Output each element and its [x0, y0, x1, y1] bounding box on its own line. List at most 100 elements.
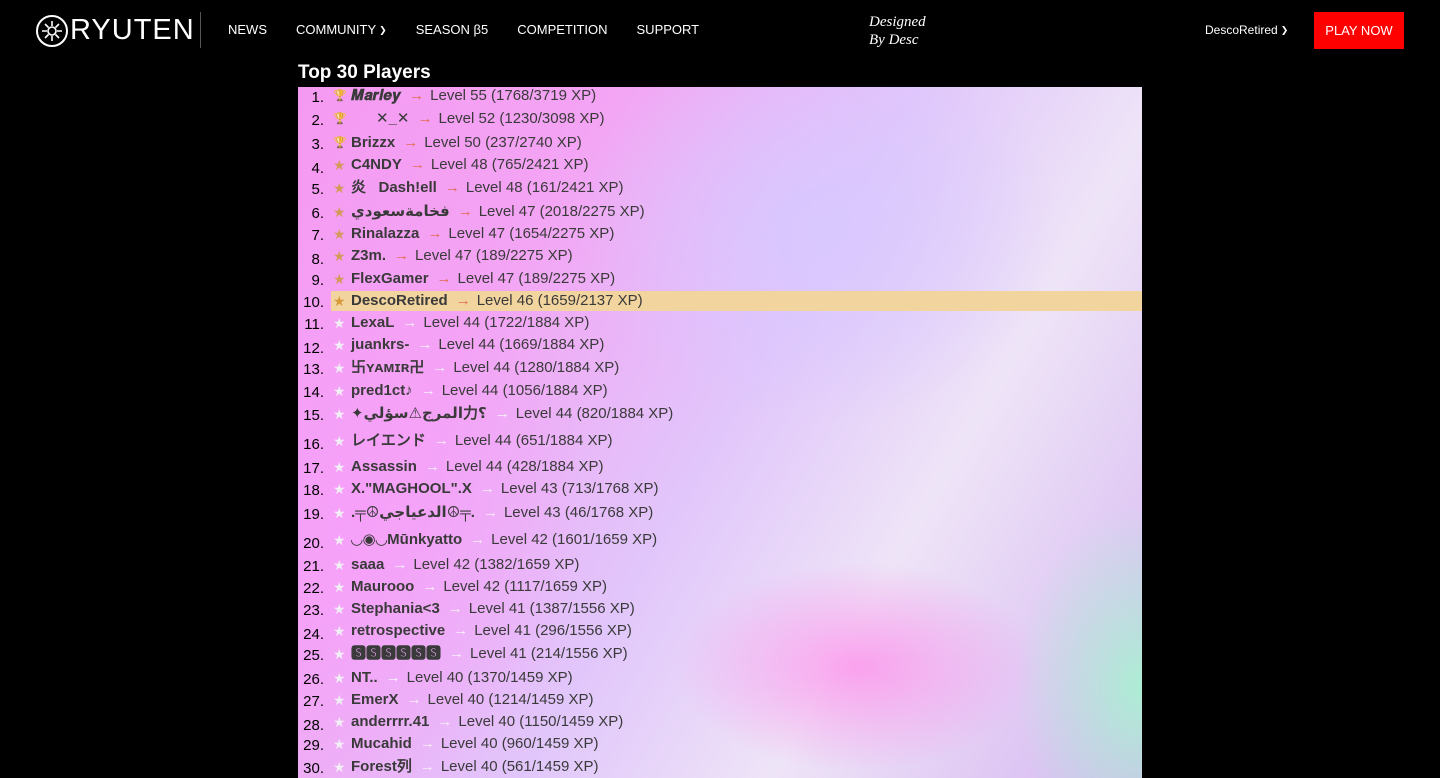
logo[interactable]: RYUTEN	[36, 14, 195, 47]
player-name[interactable]: NT.. → Level 40 (1370/1459 XP)	[351, 668, 573, 688]
player-level: Level 41 (1387/1556 XP)	[468, 600, 635, 617]
player-name[interactable]: فخامةسعودي → Level 47 (2018/2275 XP)	[351, 202, 645, 222]
player-name[interactable]: pred1ct♪ → Level 44 (1056/1884 XP)	[351, 381, 608, 401]
nav-link-support[interactable]: SUPPORT	[637, 22, 700, 37]
leaderboard-row[interactable]: 15. ★ ✦المرج⚠سؤلي力؟ → Level 44 (820/1884 XP)	[298, 404, 1142, 424]
player-name[interactable]: juankrs- → Level 44 (1669/1884 XP)	[351, 335, 604, 355]
leaderboard-row[interactable]: 6. ★ فخامةسعودي → Level 47 (2018/2275 XP)	[298, 202, 1142, 222]
player-name[interactable]: ◡◉◡Mūnkyatto → Level 42 (1601/1659 XP)	[351, 530, 657, 550]
player-name[interactable]: 𝑴𝒂𝒓𝒍𝒆𝒚 → Level 55 (1768/3719 XP)	[351, 87, 596, 106]
player-name[interactable]: saaa → Level 42 (1382/1659 XP)	[351, 555, 579, 575]
star-icon: ★	[333, 736, 346, 752]
leaderboard-row[interactable]: 5. ★ 炎 Dash!ell → Level 48 (161/2421 XP)	[298, 178, 1142, 198]
leaderboard-row[interactable]: 22. ★ Maurooo → Level 42 (1117/1659 XP)	[298, 577, 1142, 597]
nav-link-news[interactable]: NEWS	[228, 22, 267, 37]
player-name[interactable]: anderrrr.41 → Level 40 (1150/1459 XP)	[351, 712, 623, 732]
star-icon: ★	[333, 459, 346, 475]
player-name[interactable]: Assassin → Level 44 (428/1884 XP)	[351, 457, 604, 477]
player-name-text: anderrrr.41	[351, 713, 430, 730]
leaderboard-row[interactable]: 3. 🏆 Brizzx → Level 50 (237/2740 XP)	[298, 133, 1142, 153]
player-name[interactable]: FlexGamer → Level 47 (189/2275 XP)	[351, 269, 615, 289]
leaderboard-row[interactable]: 30. ★ Forest列 → Level 40 (561/1459 XP)	[298, 757, 1142, 777]
rank-number: 25.	[303, 647, 324, 664]
trophy-silver-icon: 🏆	[333, 113, 347, 125]
designed-line-2: By Desc	[869, 32, 919, 48]
leaderboard-row[interactable]: 13. ★ 卐ʏᴀᴍɪʀ卍 → Level 44 (1280/1884 XP)	[298, 358, 1142, 378]
leaderboard-row[interactable]: 7. ★ Rinalazza → Level 47 (1654/2275 XP)	[298, 224, 1142, 244]
leaderboard-row[interactable]: 4. ★ C4NDY → Level 48 (765/2421 XP)	[298, 155, 1142, 177]
leaderboard-row[interactable]: 27. ★ EmerX → Level 40 (1214/1459 XP)	[298, 690, 1142, 710]
player-name[interactable]: ✕_✕ → Level 52 (1230/3098 XP)	[351, 109, 604, 129]
player-name[interactable]: EmerX → Level 40 (1214/1459 XP)	[351, 690, 593, 710]
star-icon: ★	[333, 579, 346, 595]
player-level: Level 48 (161/2421 XP)	[465, 179, 624, 196]
leaderboard-row[interactable]: 10. ★ DescoRetired → Level 46 (1659/2137 XP)	[303, 291, 1142, 311]
arrow-right-icon: →	[394, 247, 410, 264]
leaderboard-row[interactable]: 21. ★ saaa → Level 42 (1382/1659 XP)	[298, 555, 1142, 575]
arrow-right-icon: →	[494, 405, 510, 422]
player-name[interactable]: Rinalazza → Level 47 (1654/2275 XP)	[351, 224, 614, 244]
leaderboard-row[interactable]: 19. ★ .╤☮الدعياجي☮╤. → Level 43 (46/1768 XP)	[298, 503, 1142, 523]
leaderboard-row[interactable]: 23. ★ Stephania<3 → Level 41 (1387/1556 XP)	[298, 599, 1142, 619]
player-name[interactable]: Brizzx → Level 50 (237/2740 XP)	[351, 133, 582, 153]
player-name[interactable]: Maurooo → Level 42 (1117/1659 XP)	[351, 577, 607, 597]
player-name[interactable]: 炎 Dash!ell → Level 48 (161/2421 XP)	[351, 178, 623, 198]
player-name[interactable]: Z3m. → Level 47 (189/2275 XP)	[351, 246, 573, 266]
arrow-right-icon: →	[420, 382, 436, 399]
player-level: Level 47 (1654/2275 XP)	[448, 225, 615, 242]
nav-link-season[interactable]: SEASON β5	[416, 22, 489, 37]
rank-number: 10.	[303, 294, 324, 311]
rank-number: 27.	[303, 693, 324, 710]
player-level: Level 43 (713/1768 XP)	[500, 480, 659, 497]
chevron-down-icon: ❯	[1280, 25, 1289, 35]
leaderboard-row[interactable]: 18. ★ X."MAGHOOL".X → Level 43 (713/1768 XP)	[298, 479, 1142, 499]
leaderboard-row[interactable]: 24. ★ retrospective → Level 41 (296/1556 XP)	[298, 621, 1142, 643]
leaderboard-row[interactable]: 12. ★ juankrs- → Level 44 (1669/1884 XP)	[298, 335, 1142, 357]
designed-line-1: Designed	[869, 14, 926, 30]
player-name[interactable]: .╤☮الدعياجي☮╤. → Level 43 (46/1768 XP)	[351, 503, 653, 523]
leaderboard-row[interactable]: 14. ★ pred1ct♪ → Level 44 (1056/1884 XP)	[298, 381, 1142, 401]
leaderboard-row[interactable]: 8. ★ Z3m. → Level 47 (189/2275 XP)	[298, 246, 1142, 268]
player-name[interactable]: 🆂🆂🆂🆂🆂🆂 → Level 41 (214/1556 XP)	[351, 644, 628, 664]
player-name[interactable]: レイエンド → Level 44 (651/1884 XP)	[351, 431, 612, 451]
star-icon: ★	[333, 337, 346, 353]
player-level: Level 40 (1150/1459 XP)	[458, 713, 624, 730]
rank-number: 3.	[311, 136, 324, 153]
star-icon: ★	[333, 481, 346, 497]
player-name[interactable]: ✦المرج⚠سؤلي力؟ → Level 44 (820/1884 XP)	[351, 404, 673, 424]
player-name-text: EmerX	[351, 691, 399, 708]
player-name-text: 𝑴𝒂𝒓𝒍𝒆𝒚	[351, 87, 402, 104]
leaderboard-row[interactable]: 9. ★ FlexGamer → Level 47 (189/2275 XP)	[298, 269, 1142, 289]
leaderboard-row[interactable]: 29. ★ Mucahid → Level 40 (960/1459 XP)	[298, 734, 1142, 754]
leaderboard-row[interactable]: 11. ★ LexaL → Level 44 (1722/1884 XP)	[298, 313, 1142, 333]
player-level: Level 55 (1768/3719 XP)	[430, 87, 597, 104]
nav-link-competition[interactable]: COMPETITION	[517, 22, 607, 37]
play-now-button[interactable]: PLAY NOW	[1314, 12, 1404, 49]
leaderboard-row[interactable]: 25. ★ 🆂🆂🆂🆂🆂🆂 → Level 41 (214/1556 XP)	[298, 644, 1142, 664]
leaderboard-row[interactable]: 1. 🏆 𝑴𝒂𝒓𝒍𝒆𝒚 → Level 55 (1768/3719 XP)	[298, 87, 1142, 106]
player-name[interactable]: X."MAGHOOL".X → Level 43 (713/1768 XP)	[351, 479, 659, 499]
player-name[interactable]: DescoRetired → Level 46 (1659/2137 XP)	[351, 291, 643, 311]
arrow-right-icon: →	[385, 669, 401, 686]
player-level: Level 47 (189/2275 XP)	[457, 270, 616, 287]
arrow-right-icon: →	[479, 480, 495, 497]
leaderboard-row[interactable]: 28. ★ anderrrr.41 → Level 40 (1150/1459 XP)	[298, 712, 1142, 734]
user-menu[interactable]: DescoRetired ❯	[1205, 23, 1288, 37]
rank-number: 6.	[311, 205, 324, 222]
player-name[interactable]: Forest列 → Level 40 (561/1459 XP)	[351, 757, 598, 777]
player-name[interactable]: C4NDY → Level 48 (765/2421 XP)	[351, 155, 588, 175]
leaderboard-row[interactable]: 26. ★ NT.. → Level 40 (1370/1459 XP)	[298, 668, 1142, 688]
player-name[interactable]: Stephania<3 → Level 41 (1387/1556 XP)	[351, 599, 635, 619]
leaderboard-row[interactable]: 20. ★ ◡◉◡Mūnkyatto → Level 42 (1601/1659 XP)	[298, 530, 1142, 552]
player-name[interactable]: retrospective → Level 41 (296/1556 XP)	[351, 621, 632, 641]
leaderboard-row[interactable]: 17. ★ Assassin → Level 44 (428/1884 XP)	[298, 457, 1142, 477]
leaderboard-row[interactable]: 16. ★ レイエンド → Level 44 (651/1884 XP)	[298, 431, 1142, 453]
nav-link-community[interactable]: COMMUNITY ❯	[296, 22, 387, 37]
player-name[interactable]: 卐ʏᴀᴍɪʀ卍 → Level 44 (1280/1884 XP)	[351, 358, 619, 378]
player-level: Level 40 (1370/1459 XP)	[406, 669, 573, 686]
rank-number: 4.	[311, 160, 324, 177]
player-name[interactable]: Mucahid → Level 40 (960/1459 XP)	[351, 734, 598, 754]
leaderboard-row[interactable]: 2. 🏆 ✕_✕ → Level 52 (1230/3098 XP)	[298, 109, 1142, 129]
rank-number: 30.	[303, 760, 324, 777]
player-name[interactable]: LexaL → Level 44 (1722/1884 XP)	[351, 313, 589, 333]
